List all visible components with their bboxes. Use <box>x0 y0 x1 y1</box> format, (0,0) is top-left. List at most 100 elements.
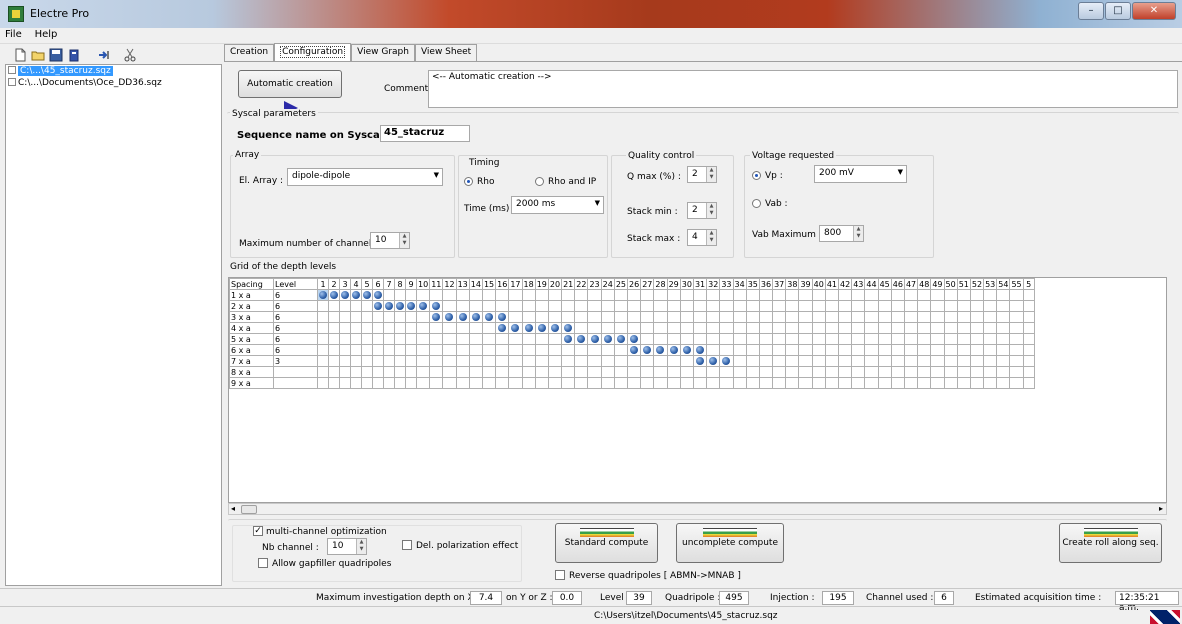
grid-cell[interactable] <box>837 366 853 378</box>
grid-cell[interactable] <box>877 377 892 389</box>
grid-cell[interactable] <box>1009 322 1024 334</box>
grid-cell[interactable] <box>361 344 373 356</box>
grid-cell[interactable] <box>666 322 681 334</box>
list-item[interactable]: C:\...\Documents\Oce_DD36.sqz <box>6 77 221 89</box>
grid-cell[interactable] <box>574 377 589 389</box>
grid-cell[interactable] <box>328 333 340 345</box>
grid-cell[interactable] <box>495 311 510 323</box>
grid-cell[interactable] <box>785 366 800 378</box>
grid-cell[interactable] <box>864 377 879 389</box>
close-icon[interactable]: ✕ <box>1132 2 1176 20</box>
grid-cell[interactable] <box>903 344 919 356</box>
grid-cell[interactable] <box>969 366 985 378</box>
grid-cell[interactable] <box>903 289 919 301</box>
grid-cell[interactable] <box>521 300 536 312</box>
grid-cell[interactable] <box>666 366 681 378</box>
grid-cell[interactable] <box>547 344 563 356</box>
reverse-quadripoles-checkbox[interactable] <box>555 570 565 580</box>
grid-cell[interactable] <box>361 355 373 367</box>
grid-cell[interactable] <box>339 289 351 301</box>
grid-cell[interactable] <box>561 322 576 334</box>
grid-cell[interactable] <box>877 344 892 356</box>
grid-cell[interactable] <box>361 377 373 389</box>
vp-select[interactable]: 200 mV <box>814 165 907 183</box>
grid-cell[interactable] <box>1022 289 1035 301</box>
grid-cell[interactable] <box>943 366 958 378</box>
grid-cell[interactable] <box>481 289 497 301</box>
grid-cell[interactable] <box>798 300 813 312</box>
grid-cell[interactable] <box>864 366 879 378</box>
grid-cell[interactable] <box>415 311 431 323</box>
grid-cell[interactable] <box>361 322 373 334</box>
grid-cell[interactable] <box>574 344 589 356</box>
grid-cell[interactable] <box>317 377 329 389</box>
grid-cell[interactable] <box>917 311 932 323</box>
grid-cell[interactable] <box>394 333 406 345</box>
grid-cell[interactable] <box>824 355 840 367</box>
grid-cell[interactable] <box>495 355 510 367</box>
grid-cell[interactable] <box>758 300 774 312</box>
grid-cell[interactable] <box>969 289 985 301</box>
grid-cell[interactable] <box>732 322 747 334</box>
grid-cell[interactable] <box>339 311 351 323</box>
grid-cell[interactable] <box>481 333 497 345</box>
grid-cell[interactable] <box>394 289 406 301</box>
grid-cell[interactable] <box>758 311 774 323</box>
grid-cell[interactable] <box>468 322 483 334</box>
grid-cell[interactable] <box>969 333 985 345</box>
grid-cell[interactable] <box>719 311 734 323</box>
grid-cell[interactable] <box>429 355 444 367</box>
grid-cell[interactable] <box>983 355 998 367</box>
grid-cell[interactable] <box>468 300 483 312</box>
grid-cell[interactable] <box>732 311 747 323</box>
grid-cell[interactable] <box>1022 366 1035 378</box>
grid-cell[interactable] <box>574 366 589 378</box>
scroll-right-icon[interactable]: ▸ <box>1159 504 1163 513</box>
grid-cell[interactable] <box>666 311 681 323</box>
grid-cell[interactable] <box>574 333 589 345</box>
grid-cell[interactable] <box>692 333 708 345</box>
grid-cell[interactable] <box>1009 333 1024 345</box>
grid-cell[interactable] <box>745 300 760 312</box>
grid-cell[interactable] <box>587 366 602 378</box>
grid-cell[interactable] <box>996 300 1011 312</box>
grid-cell[interactable] <box>521 322 536 334</box>
grid-cell[interactable] <box>534 344 549 356</box>
vab-radio[interactable] <box>752 199 761 208</box>
grid-cell[interactable] <box>508 377 523 389</box>
grid-cell[interactable] <box>917 333 932 345</box>
uncomplete-compute-button[interactable]: uncomplete compute <box>676 523 784 563</box>
grid-cell[interactable] <box>613 311 629 323</box>
grid-cell[interactable] <box>415 300 431 312</box>
grid-cell[interactable] <box>719 289 734 301</box>
grid-cell[interactable] <box>758 289 774 301</box>
grid-cell[interactable] <box>372 322 384 334</box>
grid-cell[interactable] <box>824 289 840 301</box>
grid-cell[interactable] <box>626 289 642 301</box>
grid-cell[interactable] <box>772 344 787 356</box>
grid-cell[interactable] <box>521 355 536 367</box>
grid-cell[interactable] <box>758 333 774 345</box>
menu-file[interactable]: File <box>0 28 27 41</box>
grid-cell[interactable] <box>626 333 642 345</box>
grid-cell[interactable] <box>613 322 629 334</box>
spin-arrows-icon[interactable]: ▲ ▼ <box>706 203 716 218</box>
grid-cell[interactable] <box>758 366 774 378</box>
grid-cell[interactable] <box>495 366 510 378</box>
grid-cell[interactable] <box>851 322 866 334</box>
grid-cell[interactable] <box>956 333 971 345</box>
grid-cell[interactable] <box>481 311 497 323</box>
file-checkbox[interactable] <box>8 78 16 86</box>
grid-cell[interactable] <box>626 300 642 312</box>
spin-arrows-icon[interactable]: ▲ ▼ <box>356 539 366 554</box>
grid-cell[interactable] <box>956 355 971 367</box>
grid-cell[interactable] <box>481 322 497 334</box>
menu-help[interactable]: Help <box>30 28 63 41</box>
grid-cell[interactable] <box>1022 377 1035 389</box>
grid-cell[interactable] <box>495 333 510 345</box>
grid-cell[interactable] <box>640 311 655 323</box>
grid-cell[interactable] <box>339 355 351 367</box>
grid-cell[interactable] <box>415 322 431 334</box>
grid-cell[interactable] <box>653 322 668 334</box>
grid-cell[interactable] <box>534 377 549 389</box>
